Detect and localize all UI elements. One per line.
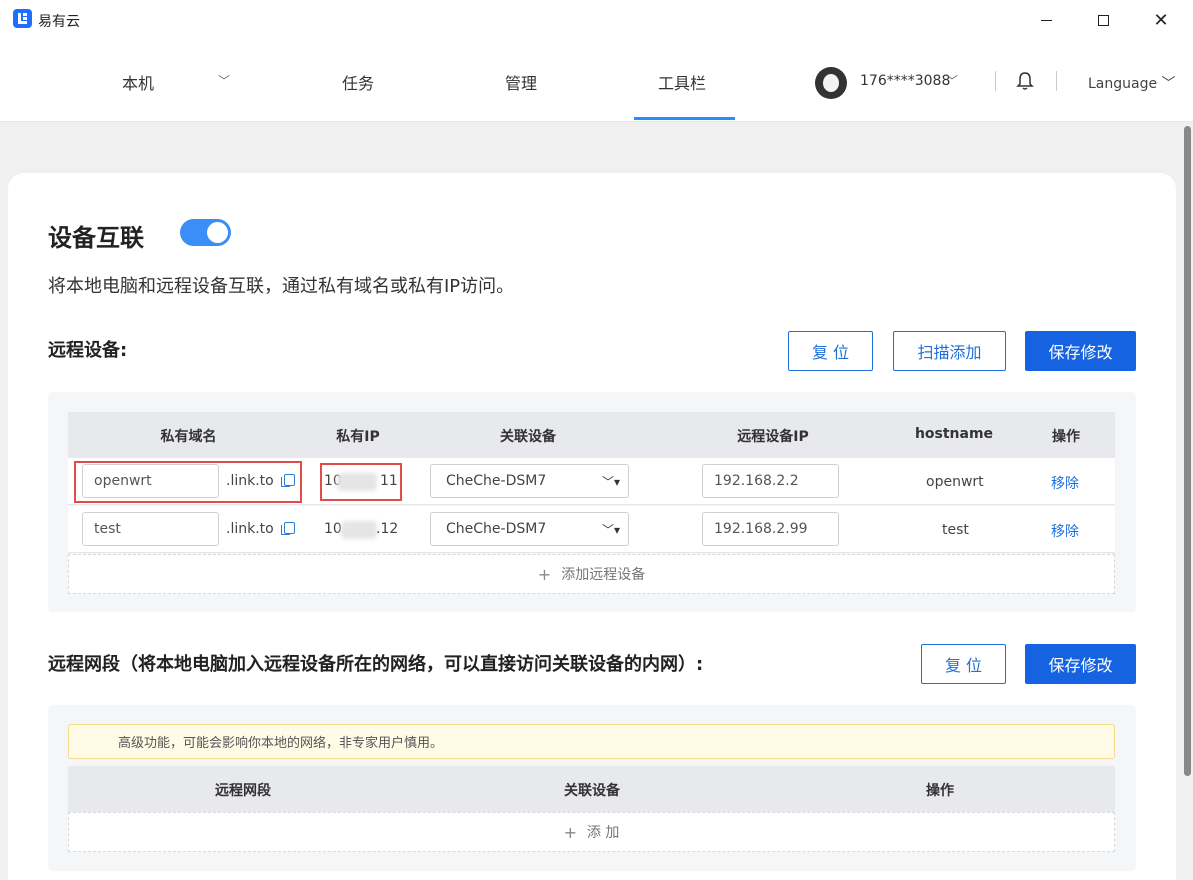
add-remote-device-button[interactable]: + 添加远程设备 bbox=[68, 554, 1115, 594]
page-title: 设备互联 bbox=[48, 224, 144, 252]
remote-segments-title: 远程网段（将本地电脑加入远程设备所在的网络，可以直接访问关联设备的内网）: bbox=[48, 654, 704, 675]
page-description: 将本地电脑和远程设备互联，通过私有域名或私有IP访问。 bbox=[48, 276, 515, 297]
chevron-down-icon[interactable]: ﹀ bbox=[946, 72, 958, 89]
hostname: test bbox=[942, 522, 969, 538]
divider bbox=[1056, 71, 1057, 91]
close-button[interactable]: ✕ bbox=[1132, 0, 1190, 40]
maximize-icon bbox=[1097, 14, 1109, 26]
ip-redaction bbox=[341, 521, 377, 539]
column-header: 关联设备 bbox=[564, 783, 620, 799]
minimize-icon bbox=[1040, 19, 1052, 21]
remote-ip-input[interactable]: 192.168.2.99 bbox=[702, 512, 839, 546]
linked-device-value: CheChe-DSM7 bbox=[446, 521, 547, 537]
bell-icon[interactable] bbox=[1015, 70, 1035, 92]
plus-icon: + bbox=[563, 822, 577, 842]
linked-device-select[interactable]: CheChe-DSM7 ﹀▾ bbox=[430, 464, 629, 498]
highlight-box bbox=[320, 463, 402, 501]
add-remote-device-label: 添加远程设备 bbox=[561, 567, 646, 583]
top-nav: 本机 ﹀ 任务 管理 工具栏 176****3088 ﹀ Language ﹀ bbox=[0, 40, 1193, 122]
nav-toolbar[interactable]: 工具栏 bbox=[658, 70, 706, 94]
remote-ip-input[interactable]: 192.168.2.2 bbox=[702, 464, 839, 498]
user-account[interactable]: 176****3088 bbox=[860, 73, 950, 89]
column-header: 操作 bbox=[1052, 429, 1080, 445]
divider bbox=[995, 71, 996, 91]
nav-active-indicator bbox=[634, 117, 735, 120]
remote-devices-table-header: 私有域名 私有IP 关联设备 远程设备IP hostname 操作 bbox=[68, 412, 1115, 458]
highlight-box bbox=[74, 461, 302, 503]
close-icon: ✕ bbox=[1153, 9, 1169, 31]
column-header: hostname bbox=[914, 426, 994, 442]
linked-device-value: CheChe-DSM7 bbox=[446, 473, 547, 489]
window-title: 易有云 bbox=[38, 14, 80, 30]
app-logo-icon bbox=[13, 9, 32, 28]
reset-button[interactable]: 复 位 bbox=[921, 644, 1006, 684]
save-button[interactable]: 保存修改 bbox=[1025, 331, 1136, 371]
column-header: 远程设备IP bbox=[737, 429, 809, 445]
nav-manage[interactable]: 管理 bbox=[505, 70, 537, 94]
add-segment-label: 添 加 bbox=[586, 825, 620, 841]
scan-add-button[interactable]: 扫描添加 bbox=[893, 331, 1006, 371]
toggle-knob bbox=[207, 222, 228, 243]
nav-local[interactable]: 本机 bbox=[122, 70, 154, 94]
device-interconnect-toggle[interactable] bbox=[180, 219, 231, 246]
nav-tasks[interactable]: 任务 bbox=[342, 70, 374, 94]
warning-notice: 高级功能，可能会影响你本地的网络，非专家用户慎用。 bbox=[68, 724, 1115, 759]
maximize-button[interactable] bbox=[1074, 0, 1132, 40]
column-header: 私有IP bbox=[336, 429, 380, 445]
remove-link[interactable]: 移除 bbox=[1051, 521, 1079, 541]
title-bar: 易有云 ✕ bbox=[0, 0, 1193, 40]
remote-segments-table-header: 远程网段 关联设备 操作 bbox=[68, 766, 1115, 812]
domain-suffix: .link.to bbox=[226, 521, 274, 537]
scrollbar[interactable] bbox=[1183, 122, 1193, 880]
hostname: openwrt bbox=[926, 474, 984, 490]
minimize-button[interactable] bbox=[1017, 0, 1075, 40]
column-header: 关联设备 bbox=[500, 429, 556, 445]
domain-input[interactable]: test bbox=[82, 512, 219, 546]
plus-icon: + bbox=[537, 564, 552, 584]
scrollbar-thumb[interactable] bbox=[1184, 126, 1191, 776]
chevron-down-icon[interactable]: ﹀ bbox=[218, 72, 230, 89]
chevron-down-icon: ﹀▾ bbox=[601, 523, 620, 537]
column-header: 私有域名 bbox=[160, 429, 217, 445]
column-header: 操作 bbox=[926, 783, 954, 799]
remote-devices-title: 远程设备: bbox=[48, 340, 128, 361]
save-button[interactable]: 保存修改 bbox=[1025, 644, 1136, 684]
chevron-down-icon: ﹀▾ bbox=[601, 475, 620, 489]
column-header: 远程网段 bbox=[215, 783, 271, 799]
language-selector[interactable]: Language ﹀ bbox=[1088, 73, 1176, 93]
avatar[interactable] bbox=[815, 67, 847, 99]
remove-link[interactable]: 移除 bbox=[1051, 473, 1079, 493]
reset-button[interactable]: 复 位 bbox=[788, 331, 873, 371]
private-ip-suffix: .12 bbox=[376, 521, 399, 537]
add-segment-button[interactable]: + 添 加 bbox=[68, 812, 1115, 852]
linked-device-select[interactable]: CheChe-DSM7 ﹀▾ bbox=[430, 512, 629, 546]
copy-icon[interactable] bbox=[281, 522, 295, 535]
